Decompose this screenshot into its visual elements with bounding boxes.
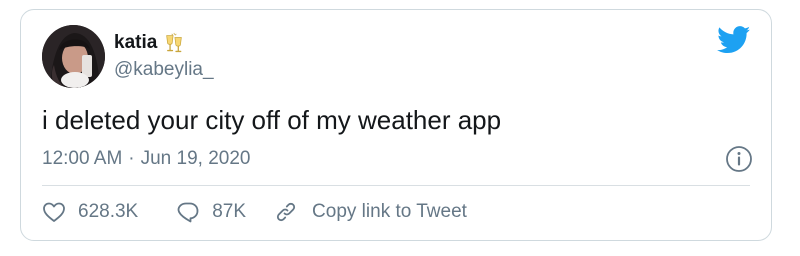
tweet-text: i deleted your city off of my weather ap… bbox=[42, 105, 502, 135]
display-name[interactable]: katia bbox=[114, 32, 157, 54]
reply-icon bbox=[177, 202, 199, 223]
reply-button[interactable]: 87K bbox=[176, 200, 246, 224]
tweet-time[interactable]: 12:00 AM bbox=[42, 148, 122, 170]
tweet-card[interactable]: katia @kabeylia_ i deleted your city off… bbox=[20, 9, 772, 241]
avatar[interactable] bbox=[42, 25, 105, 88]
like-button[interactable]: 628.3K bbox=[42, 200, 138, 224]
divider bbox=[42, 185, 750, 186]
link-icon bbox=[276, 202, 296, 222]
copy-link-label: Copy link to Tweet bbox=[312, 201, 467, 222]
tweet-actions: 628.3K 87K Copy link to Tweet bbox=[42, 200, 467, 224]
like-count: 628.3K bbox=[78, 201, 139, 222]
info-icon[interactable] bbox=[725, 145, 753, 173]
heart-icon bbox=[43, 202, 65, 222]
tweet-timestamp[interactable]: 12:00 AM · Jun 19, 2020 bbox=[42, 148, 250, 170]
reply-count: 87K bbox=[212, 201, 247, 222]
user-handle[interactable]: @kabeylia_ bbox=[114, 59, 214, 81]
twitter-bird-icon[interactable] bbox=[717, 26, 751, 54]
tweet-date[interactable]: Jun 19, 2020 bbox=[141, 148, 251, 170]
copy-link-button[interactable]: Copy link to Tweet bbox=[274, 200, 467, 224]
clinking-glasses-icon bbox=[166, 32, 183, 53]
meta-separator: · bbox=[128, 148, 135, 169]
